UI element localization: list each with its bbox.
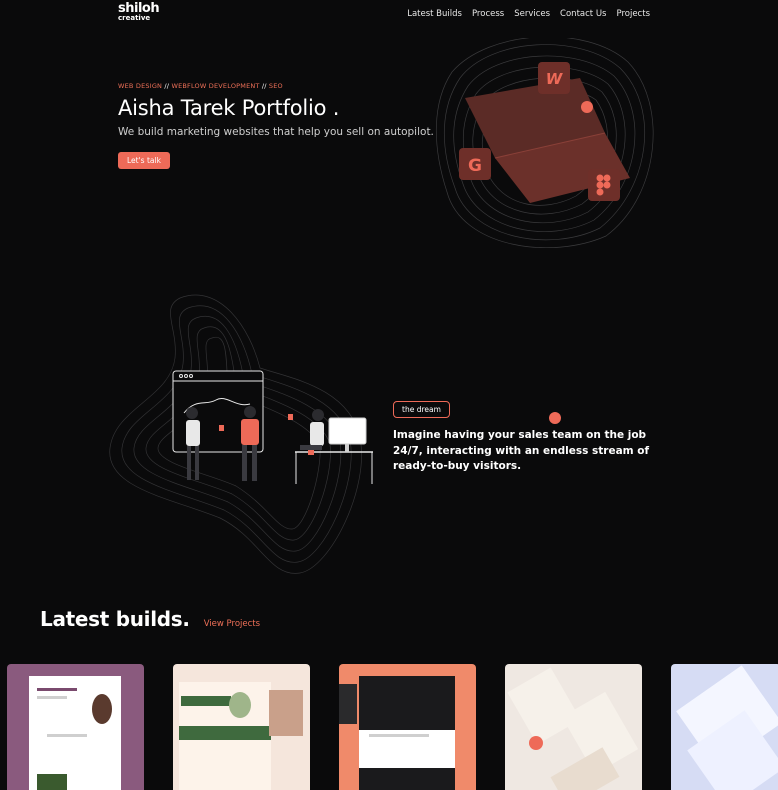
hero-laptop-illustration: W G bbox=[436, 38, 654, 248]
thumbnail-page bbox=[507, 667, 581, 745]
service-tags: WEB DESIGN // WEBFLOW DEVELOPMENT // SEO bbox=[118, 82, 438, 90]
nav-contact-us[interactable]: Contact Us bbox=[560, 9, 606, 19]
lets-talk-button[interactable]: Let's talk bbox=[118, 152, 170, 169]
project-card[interactable] bbox=[7, 664, 144, 790]
project-card[interactable] bbox=[339, 664, 476, 790]
thumbnail-line bbox=[37, 696, 67, 699]
thumbnail-line bbox=[369, 734, 429, 737]
top-navigation: shiloh creative Latest Builds Process Se… bbox=[0, 0, 778, 30]
nav-services[interactable]: Services bbox=[514, 9, 550, 19]
thumbnail-dot bbox=[529, 736, 543, 750]
thumbnail-band bbox=[359, 768, 455, 790]
the-dream-badge: the dream bbox=[393, 401, 450, 418]
view-projects-link[interactable]: View Projects bbox=[204, 619, 260, 629]
project-thumbnail bbox=[29, 676, 121, 790]
thumbnail-heading bbox=[181, 696, 231, 706]
dream-text: Imagine having your sales team on the jo… bbox=[393, 429, 650, 472]
team-illustration bbox=[109, 294, 373, 574]
thumbnail-line bbox=[37, 688, 77, 691]
svg-text:W: W bbox=[546, 70, 564, 88]
latest-builds-header: Latest builds. View Projects bbox=[40, 607, 260, 631]
logo-wordmark: shiloh bbox=[118, 1, 160, 16]
nav-process[interactable]: Process bbox=[472, 9, 504, 19]
logo[interactable]: shiloh creative bbox=[118, 1, 160, 23]
project-card[interactable] bbox=[671, 664, 778, 790]
tag-separator: // bbox=[259, 82, 269, 90]
nav-latest-builds[interactable]: Latest Builds bbox=[407, 9, 462, 19]
main-nav: Latest Builds Process Services Contact U… bbox=[407, 9, 650, 19]
thumbnail-image bbox=[359, 676, 455, 730]
thumbnail-line bbox=[47, 734, 87, 737]
tag-web-design: WEB DESIGN bbox=[118, 82, 163, 90]
thumbnail-image bbox=[339, 684, 357, 724]
thumbnail-band bbox=[179, 726, 271, 740]
figma-icon bbox=[588, 169, 620, 201]
hero-section: WEB DESIGN // WEBFLOW DEVELOPMENT // SEO… bbox=[118, 82, 438, 169]
hero-subtitle: We build marketing websites that help yo… bbox=[118, 126, 434, 138]
project-card[interactable] bbox=[505, 664, 642, 790]
tag-webflow: WEBFLOW DEVELOPMENT bbox=[171, 82, 260, 90]
accent-dot bbox=[581, 101, 593, 113]
section-title: Latest builds. bbox=[40, 607, 190, 631]
nav-projects[interactable]: Projects bbox=[616, 9, 650, 19]
dream-section: the dream Imagine having your sales team… bbox=[393, 397, 653, 475]
thumbnail-image bbox=[92, 694, 112, 724]
project-cards bbox=[0, 664, 778, 790]
accent-dot bbox=[549, 412, 561, 424]
thumbnail-image bbox=[37, 774, 67, 790]
tag-seo: SEO bbox=[268, 82, 283, 90]
thumbnail-image bbox=[229, 692, 251, 718]
thumbnail-image bbox=[269, 690, 303, 736]
svg-text:G: G bbox=[468, 156, 482, 176]
webflow-icon: W bbox=[538, 62, 570, 94]
page-title: Aisha Tarek Portfolio . bbox=[118, 96, 340, 120]
project-card[interactable] bbox=[173, 664, 310, 790]
google-icon: G bbox=[459, 148, 491, 180]
